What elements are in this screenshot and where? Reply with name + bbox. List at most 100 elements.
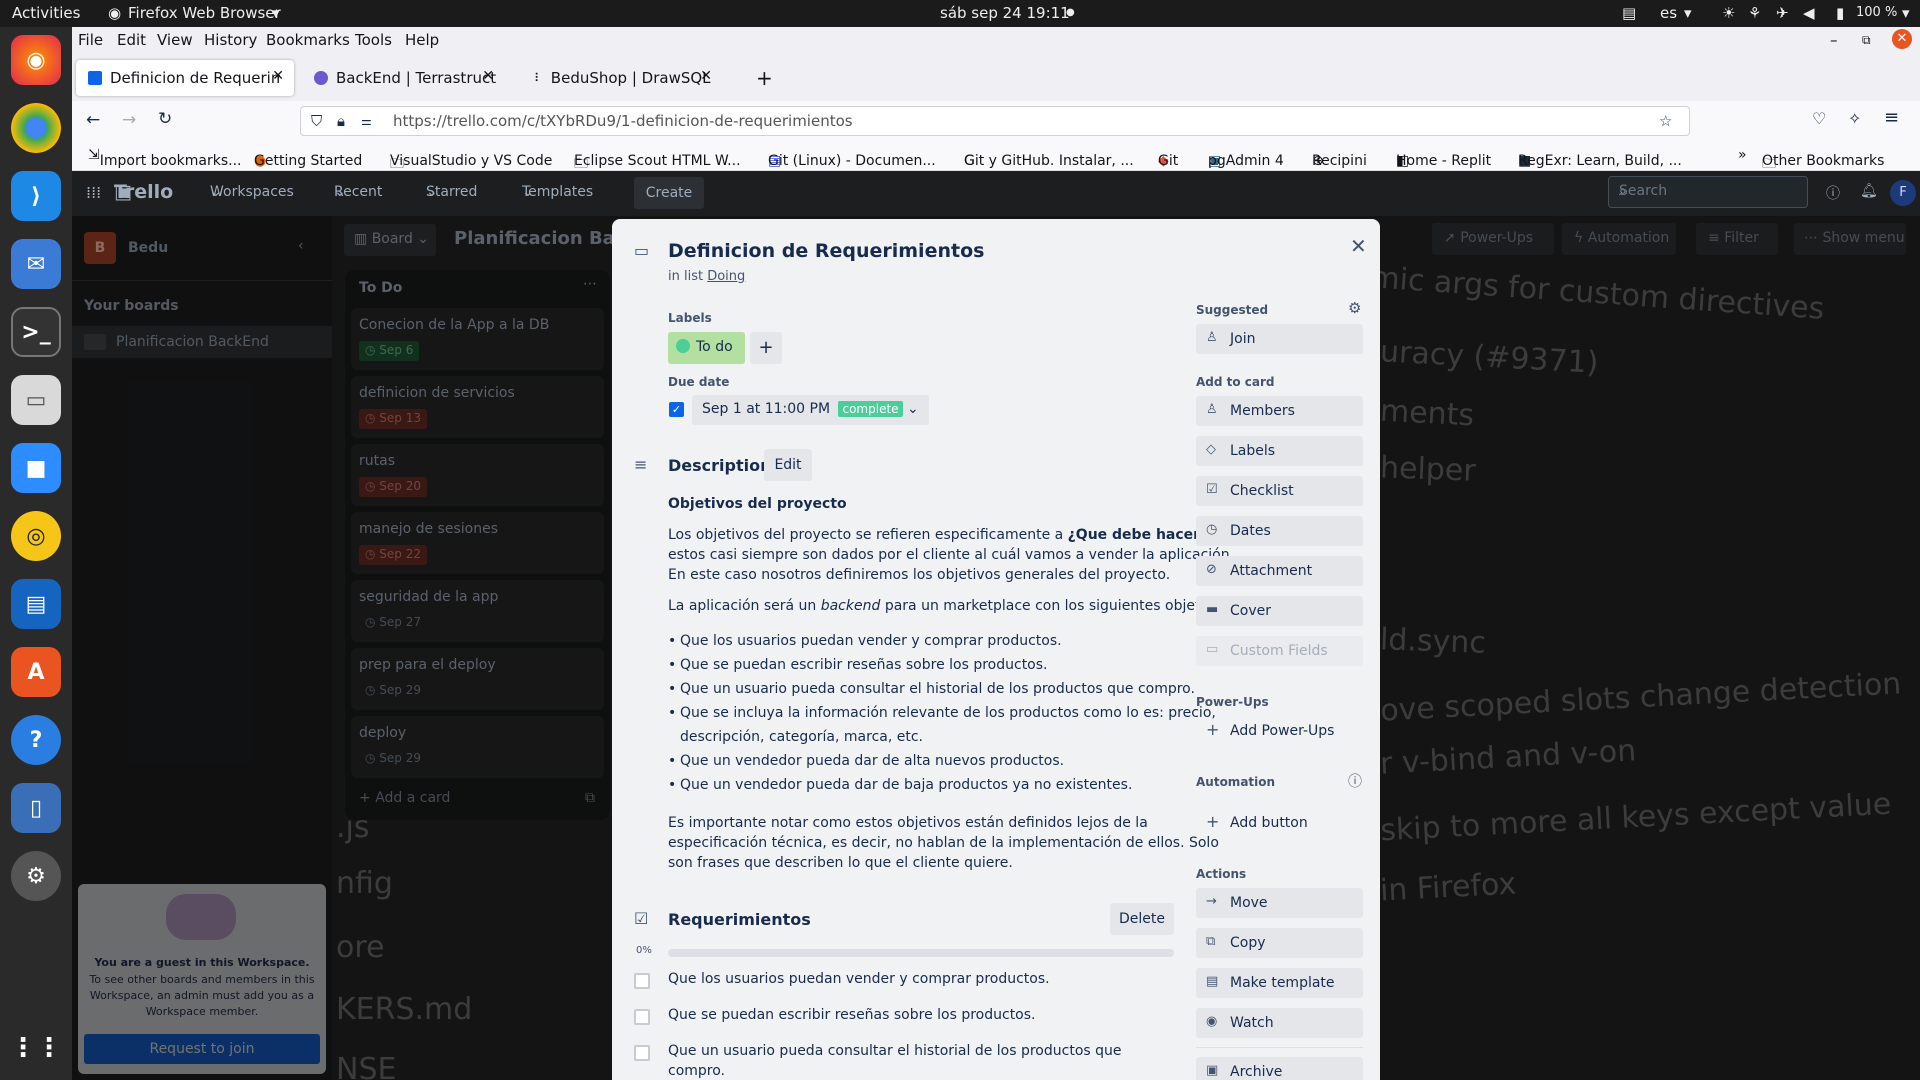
checklist-item[interactable]: Que un usuario pueda consultar el histor… [668,1043,1122,1059]
rhythmbox-icon[interactable]: ◎ [11,511,61,561]
volume-icon[interactable]: ◀ [1803,4,1815,22]
software-icon[interactable]: A [11,647,61,697]
shield-icon[interactable]: ⛉ [311,112,322,130]
brightness-icon[interactable]: ☀ [1722,4,1735,22]
permissions-icon[interactable]: ⚌ [361,114,372,128]
close-tab-icon[interactable]: ✕ [482,68,494,84]
bell-icon[interactable]: 🔔︎ [1860,183,1878,199]
close-tab-icon[interactable]: ✕ [700,68,712,84]
menu-edit[interactable]: Edit [117,31,146,49]
clock[interactable]: sáb sep 24 19:11 [940,4,1070,22]
bookmark-import[interactable]: ⇲ Import bookmarks... [88,147,242,169]
attachment-button[interactable]: ⊘ Attachment [1196,556,1363,586]
network-icon[interactable]: ⚘ [1748,4,1761,22]
files-icon[interactable]: ▭ [11,375,61,425]
cover-button[interactable]: ▬ Cover [1196,596,1363,626]
chevron-down-icon[interactable]: ▾ [1902,4,1910,22]
url-bar[interactable]: ⛉ 🔒︎ ⚌ https://trello.com/c/tXYbRDu9/1-d… [300,106,1690,136]
checklist-item-continued[interactable]: compro. [668,1063,725,1079]
zoom-icon[interactable]: ■ [11,443,61,493]
checklist-item[interactable]: Que los usuarios puedan vender y comprar… [668,971,1050,987]
delete-checklist-button[interactable]: Delete [1110,903,1174,935]
gear-icon[interactable]: ⚙ [1348,299,1361,317]
edit-description-button[interactable]: Edit [764,449,812,481]
tab-definicion[interactable]: Definicion de Requerimie ✕ [76,60,294,96]
app-menu[interactable]: Firefox Web Browser [128,4,281,22]
apps-grid-icon[interactable]: ⋮⋮ [10,1023,62,1073]
restore-icon[interactable]: ⧉ [1862,33,1871,48]
checklist-checkbox[interactable] [634,1045,650,1061]
checklist-button[interactable]: ☑ Checklist [1196,476,1363,506]
thunderbird-icon[interactable]: ✉ [11,239,61,289]
minimize-icon[interactable]: – [1830,31,1838,49]
menu-file[interactable]: File [78,31,103,49]
hamburger-menu-icon[interactable]: ≡ [1884,107,1899,128]
nav-recent[interactable]: Recent ⌄ [334,184,382,200]
info-icon[interactable]: ⓘ [1826,183,1840,203]
dates-button[interactable]: ◷ Dates [1196,516,1363,546]
checklist-item[interactable]: Que se puedan escribir reseñas sobre los… [668,1007,1036,1023]
menu-view[interactable]: View [157,31,193,49]
due-complete-checkbox[interactable]: ✓ [669,402,684,417]
info-icon[interactable]: ⓘ [1348,771,1362,791]
make-template-button[interactable]: ▤ Make template [1196,968,1363,998]
screen-icon[interactable]: ▤ [1622,4,1636,22]
language-indicator[interactable]: es [1660,4,1677,22]
url-text[interactable]: https://trello.com/c/tXYbRDu9/1-definici… [393,112,853,130]
more-bookmarks-icon[interactable]: » [1738,147,1747,163]
help-icon[interactable]: ? [11,715,61,765]
vscode-icon[interactable]: ⟩ [11,171,61,221]
archive-button[interactable]: ▣ Archive [1196,1057,1363,1080]
firefox-icon[interactable]: ◉ [11,35,61,85]
watch-button[interactable]: ◉ Watch [1196,1008,1363,1038]
copy-button[interactable]: ⧉ Copy [1196,928,1363,958]
add-powerups-button[interactable]: + Add Power-Ups [1196,716,1363,746]
bookmark-label: Getting Started [254,153,363,169]
tab-terrastruct[interactable]: BackEnd | Terrastruct ✕ [302,60,504,96]
label-chip[interactable]: To do [668,332,745,364]
menu-help[interactable]: Help [405,31,439,49]
card-title[interactable]: Definicion de Requerimientos [668,240,984,262]
close-window-icon[interactable]: ✕ [1892,29,1912,49]
close-tab-icon[interactable]: ✕ [272,68,284,84]
close-icon[interactable]: ✕ [1350,234,1367,258]
add-button-button[interactable]: + Add button [1196,808,1363,838]
checklist-checkbox[interactable] [634,973,650,989]
custom-fields-button[interactable]: ▭ Custom Fields [1196,636,1363,666]
lock-icon[interactable]: 🔒︎ [337,112,345,130]
app-switcher-icon[interactable]: ⁞⁞⁞ [86,183,101,202]
avatar[interactable]: F [1890,180,1916,206]
checklist-checkbox[interactable] [634,1009,650,1025]
checklist-title[interactable]: Requerimientos [668,910,811,929]
nav-workspaces[interactable]: Workspaces ⌄ [210,184,294,200]
usb-creator-icon[interactable]: ▯ [11,783,61,833]
create-button[interactable]: Create [634,177,704,209]
join-button[interactable]: ♙ Join [1196,324,1363,354]
due-date-button[interactable]: Sep 1 at 11:00 PM complete ⌄ [692,395,929,425]
terminal-icon[interactable]: >_ [11,307,61,357]
menu-tools[interactable]: Tools [355,31,392,49]
activities-button[interactable]: Activities [12,4,80,22]
menu-history[interactable]: History [204,31,257,49]
add-label-icon[interactable]: + [750,332,782,364]
airplane-icon[interactable]: ✈ [1776,4,1789,22]
chrome-icon[interactable] [11,103,61,153]
back-icon[interactable]: ← [86,110,100,130]
list-link[interactable]: Doing [707,269,745,284]
nav-templates[interactable]: Templates ⌄ [522,184,593,200]
forward-icon[interactable]: → [122,110,136,130]
reload-icon[interactable]: ↻ [158,109,172,129]
writer-icon[interactable]: ▤ [11,579,61,629]
pocket-icon[interactable]: ♡ [1812,109,1826,128]
search-input[interactable]: ⌕ Search [1608,176,1808,208]
tab-drawsql[interactable]: ⠇ BeduShop | DrawSQL ✕ [522,60,722,96]
labels-button[interactable]: ◇ Labels [1196,436,1363,466]
new-tab-icon[interactable]: + [752,60,782,96]
extensions-icon[interactable]: ✧ [1848,109,1861,128]
menu-bookmarks[interactable]: Bookmarks [266,31,350,49]
move-button[interactable]: → Move [1196,888,1363,918]
members-button[interactable]: ♙ Members [1196,396,1363,426]
settings-icon[interactable]: ⚙ [11,851,61,901]
bookmark-star-icon[interactable]: ☆ [1659,112,1672,130]
nav-starred[interactable]: Starred ⌄ [426,184,477,200]
